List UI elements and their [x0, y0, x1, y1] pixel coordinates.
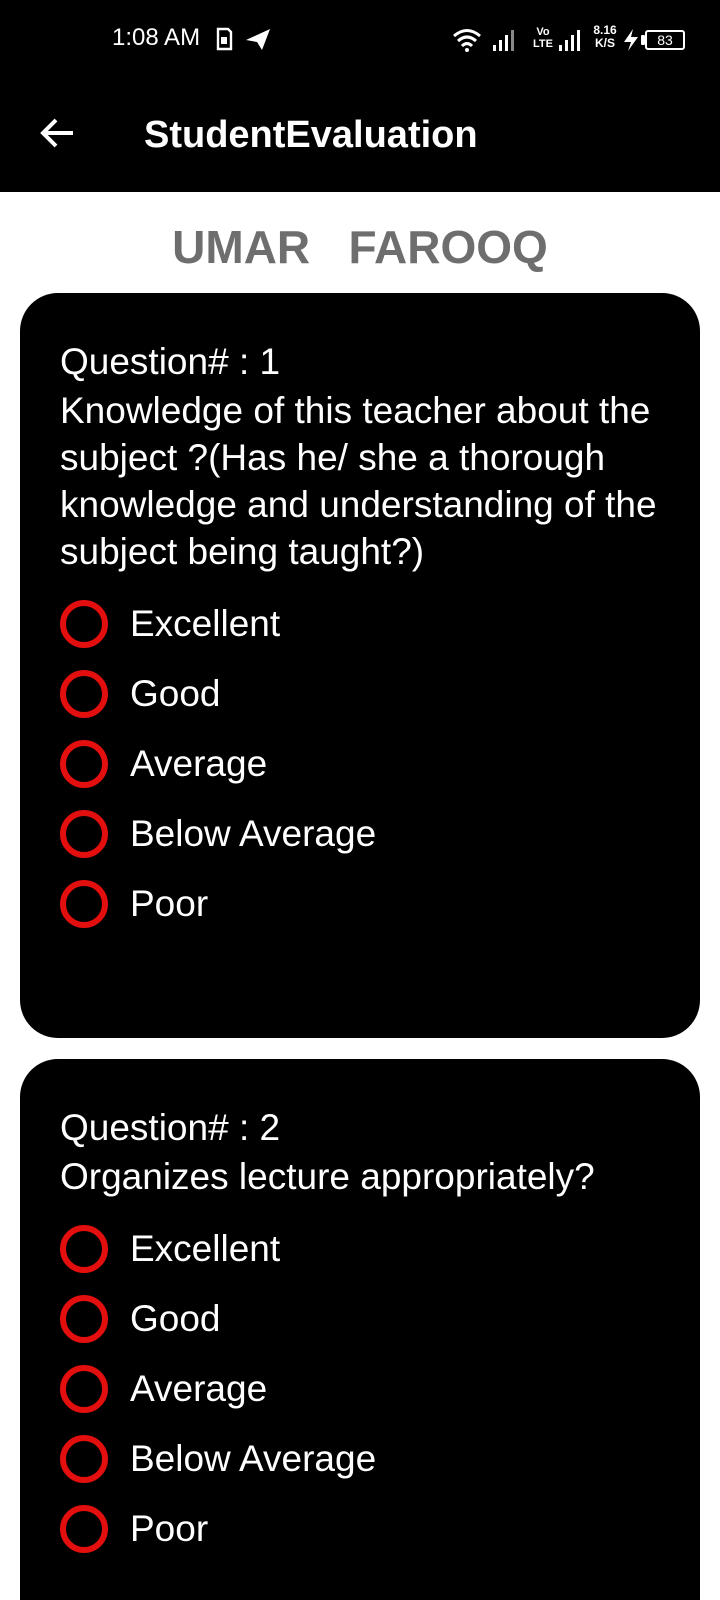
- radio-button[interactable]: [60, 600, 108, 648]
- status-time: 1:08 AM: [112, 24, 201, 51]
- screen: 1:08 AM Vo LTE 8.16 K/S 83 StudentEvalua…: [0, 0, 720, 1600]
- charging-icon: [622, 28, 640, 57]
- back-button[interactable]: [30, 108, 84, 162]
- question-text: Knowledge of this teacher about the subj…: [60, 390, 657, 572]
- option-label: Good: [130, 1298, 221, 1339]
- question-card: Question# : 2 Organizes lecture appropri…: [20, 1059, 700, 1600]
- option-excellent[interactable]: Excellent: [60, 1214, 670, 1284]
- option-below-average[interactable]: Below Average: [60, 1424, 670, 1494]
- option-label: Average: [130, 1368, 268, 1409]
- radio-button[interactable]: [60, 810, 108, 858]
- option-poor[interactable]: Poor: [60, 1494, 670, 1564]
- wifi-icon: [452, 28, 482, 57]
- option-poor[interactable]: Poor: [60, 869, 670, 939]
- question-number: Question# : 1: [60, 341, 281, 382]
- paper-plane-icon: [244, 26, 272, 57]
- option-label: Below Average: [130, 1438, 377, 1479]
- status-bar: 1:08 AM Vo LTE 8.16 K/S 83: [0, 0, 720, 80]
- option-excellent[interactable]: Excellent: [60, 589, 670, 659]
- radio-button[interactable]: [60, 880, 108, 928]
- radio-button[interactable]: [60, 670, 108, 718]
- option-label: Below Average: [130, 813, 377, 854]
- volte-top: Vo: [536, 26, 550, 38]
- option-label: Average: [130, 743, 268, 784]
- radio-button[interactable]: [60, 1225, 108, 1273]
- app-title: StudentEvaluation: [144, 114, 478, 156]
- app-bar: StudentEvaluation: [0, 80, 720, 192]
- option-label: Excellent: [130, 1228, 281, 1269]
- arrow-left-icon: [39, 117, 75, 154]
- question-number: Question# : 2: [60, 1107, 281, 1148]
- radio-button[interactable]: [60, 1505, 108, 1553]
- option-average[interactable]: Average: [60, 729, 670, 799]
- option-good[interactable]: Good: [60, 659, 670, 729]
- signal-icon: [558, 28, 582, 57]
- option-label: Poor: [130, 1508, 209, 1549]
- sim-icon: [214, 26, 234, 57]
- radio-button[interactable]: [60, 740, 108, 788]
- radio-button[interactable]: [60, 1365, 108, 1413]
- option-good[interactable]: Good: [60, 1284, 670, 1354]
- option-label: Excellent: [130, 603, 281, 644]
- radio-button[interactable]: [60, 1435, 108, 1483]
- option-label: Poor: [130, 883, 209, 924]
- signal-icon: [492, 28, 516, 57]
- student-name: UMAR FAROOQ: [172, 221, 548, 273]
- net-speed-unit: K/S: [594, 36, 615, 50]
- battery-icon: 83: [645, 30, 685, 50]
- option-label: Good: [130, 673, 221, 714]
- radio-button[interactable]: [60, 1295, 108, 1343]
- question-text: Organizes lecture appropriately?: [60, 1156, 595, 1197]
- option-average[interactable]: Average: [60, 1354, 670, 1424]
- volte-indicator: Vo LTE: [532, 26, 554, 50]
- net-speed: 8.16 K/S: [590, 24, 620, 50]
- volte-bottom: LTE: [533, 38, 553, 50]
- option-below-average[interactable]: Below Average: [60, 799, 670, 869]
- question-card: Question# : 1 Knowledge of this teacher …: [20, 293, 700, 1038]
